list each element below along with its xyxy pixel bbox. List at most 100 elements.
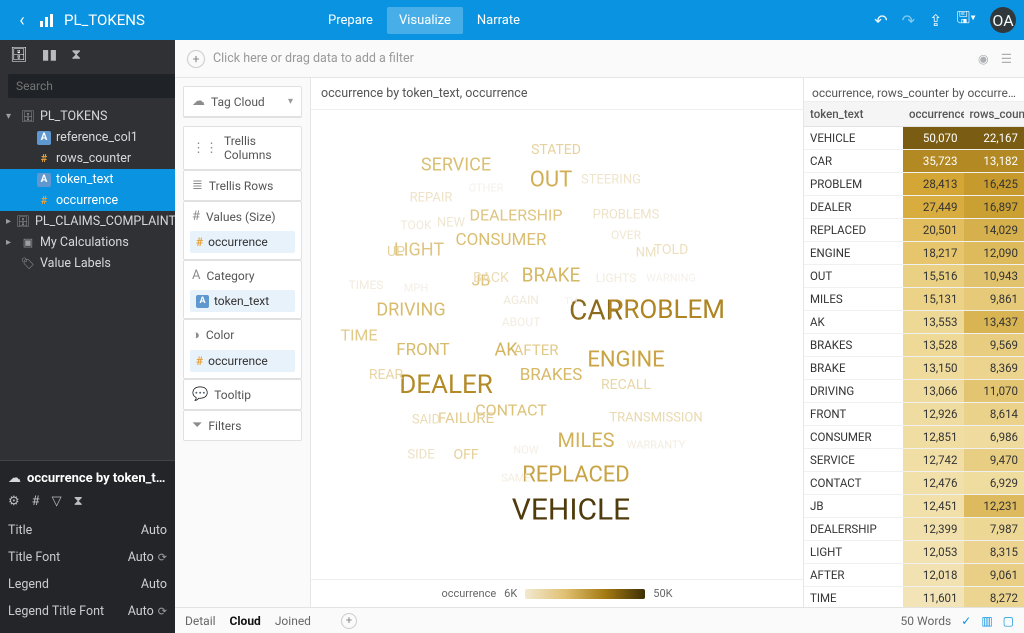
back-button[interactable]: ‹ <box>8 10 36 31</box>
shelf-trellis-columns[interactable]: ⋮⋮Trellis Columns <box>183 126 302 170</box>
cloud-word[interactable]: FAILURE <box>438 409 494 427</box>
table-row[interactable]: REPLACED20,50114,029 <box>804 219 1024 242</box>
shelf-category[interactable]: ACategoryAtoken_text <box>183 260 302 319</box>
cloud-word[interactable]: SAME <box>501 472 531 485</box>
table-row[interactable]: OUT15,51610,943 <box>804 265 1024 288</box>
cloud-word[interactable]: SIDE <box>407 448 434 463</box>
table-row[interactable]: DRIVING13,06611,070 <box>804 380 1024 403</box>
auto-insights-icon[interactable]: ✓ <box>961 614 971 628</box>
cloud-word[interactable]: WARRANTY <box>627 439 685 452</box>
shelf-chip[interactable]: #occurrence <box>190 350 295 372</box>
cloud-word[interactable]: LIGHTS <box>596 271 636 285</box>
tree-node-my-calculations[interactable]: ▸▣My Calculations <box>0 232 175 253</box>
shelf-chip[interactable]: Atoken_text <box>190 290 295 312</box>
table-row[interactable]: MILES15,1319,861 <box>804 288 1024 311</box>
canvas-menu-icon[interactable]: ☰ <box>1001 51 1012 67</box>
shelf-tooltip[interactable]: 💬Tooltip <box>183 379 302 410</box>
table-row[interactable]: SERVICE12,7429,470 <box>804 449 1024 472</box>
table-row[interactable]: ENGINE18,21712,090 <box>804 242 1024 265</box>
prop-row-title[interactable]: TitleAuto <box>8 517 167 544</box>
table-row[interactable]: DEALERSHIP12,3997,987 <box>804 518 1024 541</box>
cloud-word[interactable]: BRAKE <box>522 264 581 287</box>
cloud-word[interactable]: TIME <box>341 326 378 345</box>
cloud-word[interactable]: BRAKES <box>520 365 583 385</box>
cloud-word[interactable]: SAID <box>412 413 440 428</box>
table-row[interactable]: FRONT12,9268,614 <box>804 403 1024 426</box>
table-row[interactable]: CONTACT12,4766,929 <box>804 472 1024 495</box>
cloud-word[interactable]: MILES <box>558 428 615 452</box>
cloud-word[interactable]: NM <box>636 246 657 261</box>
cloud-word[interactable]: NEW <box>437 216 465 231</box>
cloud-word[interactable]: DRIVING <box>376 300 445 321</box>
undo-icon[interactable]: ↶ <box>874 11 887 30</box>
redo-icon[interactable]: ↷ <box>902 11 915 30</box>
prop-row-title-font[interactable]: Title FontAuto ⟳ <box>8 544 167 571</box>
share-icon[interactable]: ⇪ <box>929 11 942 30</box>
cloud-word[interactable]: TOOK <box>400 218 431 232</box>
cloud-word[interactable]: AFTER <box>514 341 559 359</box>
cloud-word[interactable]: OUT <box>530 168 573 193</box>
cloud-word[interactable]: REPLACED <box>522 463 630 488</box>
visualizations-icon[interactable]: ▮▮ <box>42 47 57 63</box>
cloud-word[interactable]: MPH <box>404 282 428 295</box>
filter-hint[interactable]: Click here or drag data to add a filter <box>213 51 414 66</box>
table-row[interactable]: BRAKE13,1508,369 <box>804 357 1024 380</box>
cloud-word[interactable]: ABOUT <box>502 315 541 329</box>
shelf-chip[interactable]: #occurrence <box>190 231 295 253</box>
cloud-word[interactable]: REAR <box>369 367 403 383</box>
table-row[interactable]: AFTER12,0189,061 <box>804 564 1024 587</box>
tree-node-value-labels[interactable]: 🏷Value Labels <box>0 253 175 274</box>
tree-node-token-text[interactable]: Atoken_text <box>0 169 175 190</box>
shelf-trellis-rows[interactable]: ≣Trellis Rows <box>183 170 302 201</box>
cloud-word[interactable]: TRANSMISSION <box>609 411 702 426</box>
add-filter-icon[interactable]: + <box>187 50 205 68</box>
canvas-tab-cloud[interactable]: Cloud <box>230 614 261 628</box>
cloud-word[interactable]: TH <box>564 297 577 308</box>
table-row[interactable]: TIME11,6018,272 <box>804 587 1024 607</box>
col-header-token[interactable]: token_text <box>804 102 903 127</box>
data-table-viz[interactable]: occurrence, rows_counter by occurrence, … <box>804 78 1024 607</box>
table-row[interactable]: DEALER27,44916,897 <box>804 196 1024 219</box>
cloud-word[interactable]: OVER <box>611 228 641 242</box>
table-row[interactable]: CONSUMER12,8516,986 <box>804 426 1024 449</box>
col-header-occurrence[interactable]: occurrence <box>903 102 964 127</box>
cloud-word[interactable]: DEALER <box>399 370 493 400</box>
cloud-word[interactable]: PROBLEMS <box>593 208 660 223</box>
shelf-values-size-[interactable]: #Values (Size)#occurrence <box>183 201 302 260</box>
cloud-word[interactable]: WARNING <box>646 272 696 285</box>
col-header-rows-counter[interactable]: rows_counter <box>964 102 1024 127</box>
tab-narrate[interactable]: Narrate <box>465 7 532 34</box>
tab-prepare[interactable]: Prepare <box>316 7 385 34</box>
table-row[interactable]: PROBLEM28,41316,425 <box>804 173 1024 196</box>
cloud-word[interactable]: DEALERSHIP <box>470 206 563 225</box>
cloud-word[interactable]: OTHER <box>469 182 504 195</box>
table-row[interactable]: LIGHT12,0538,315 <box>804 541 1024 564</box>
table-row[interactable]: JB12,45112,231 <box>804 495 1024 518</box>
tree-node-pl-claims-complaints[interactable]: ▸🗄PL_CLAIMS_COMPLAINTS <box>0 211 175 232</box>
cloud-word[interactable]: REPAIR <box>410 191 453 206</box>
save-icon[interactable]: 🖫▾ <box>956 7 976 34</box>
prop-row-legend-title-font[interactable]: Legend Title FontAuto ⟳ <box>8 598 167 625</box>
canvas-tab-joined[interactable]: Joined <box>275 614 311 628</box>
visualization[interactable]: occurrence by token_text, occurrence VEH… <box>310 78 804 607</box>
cloud-word[interactable]: SERVICE <box>421 155 491 176</box>
tree-node-occurrence[interactable]: #occurrence <box>0 190 175 211</box>
table-row[interactable]: AK13,55313,437 <box>804 311 1024 334</box>
analytics-props-icon[interactable]: ⧗ <box>74 494 83 509</box>
refresh-data-icon[interactable]: ◉ <box>978 51 989 67</box>
cloud-word[interactable]: TIMES <box>349 278 384 292</box>
data-elements-icon[interactable]: 🗄 <box>10 47 28 63</box>
tree-node-rows-counter[interactable]: #rows_counter <box>0 148 175 169</box>
cloud-word[interactable]: UP <box>387 244 405 260</box>
tree-node-reference-col1[interactable]: Areference_col1 <box>0 127 175 148</box>
layout-single-icon[interactable]: ▢ <box>1003 614 1014 628</box>
axis-props-icon[interactable]: # <box>32 494 40 509</box>
table-row[interactable]: CAR35,72313,182 <box>804 150 1024 173</box>
shelf-color[interactable]: ◑Color#occurrence <box>183 319 302 379</box>
layout-split-icon[interactable]: ▥ <box>981 614 992 628</box>
filter-props-icon[interactable]: ▽ <box>52 494 62 509</box>
canvas-tab-detail[interactable]: Detail <box>185 614 216 628</box>
cloud-word[interactable]: VEHICLE <box>512 493 630 528</box>
cloud-word[interactable]: STEERING <box>581 173 641 188</box>
search-input[interactable] <box>8 74 180 98</box>
